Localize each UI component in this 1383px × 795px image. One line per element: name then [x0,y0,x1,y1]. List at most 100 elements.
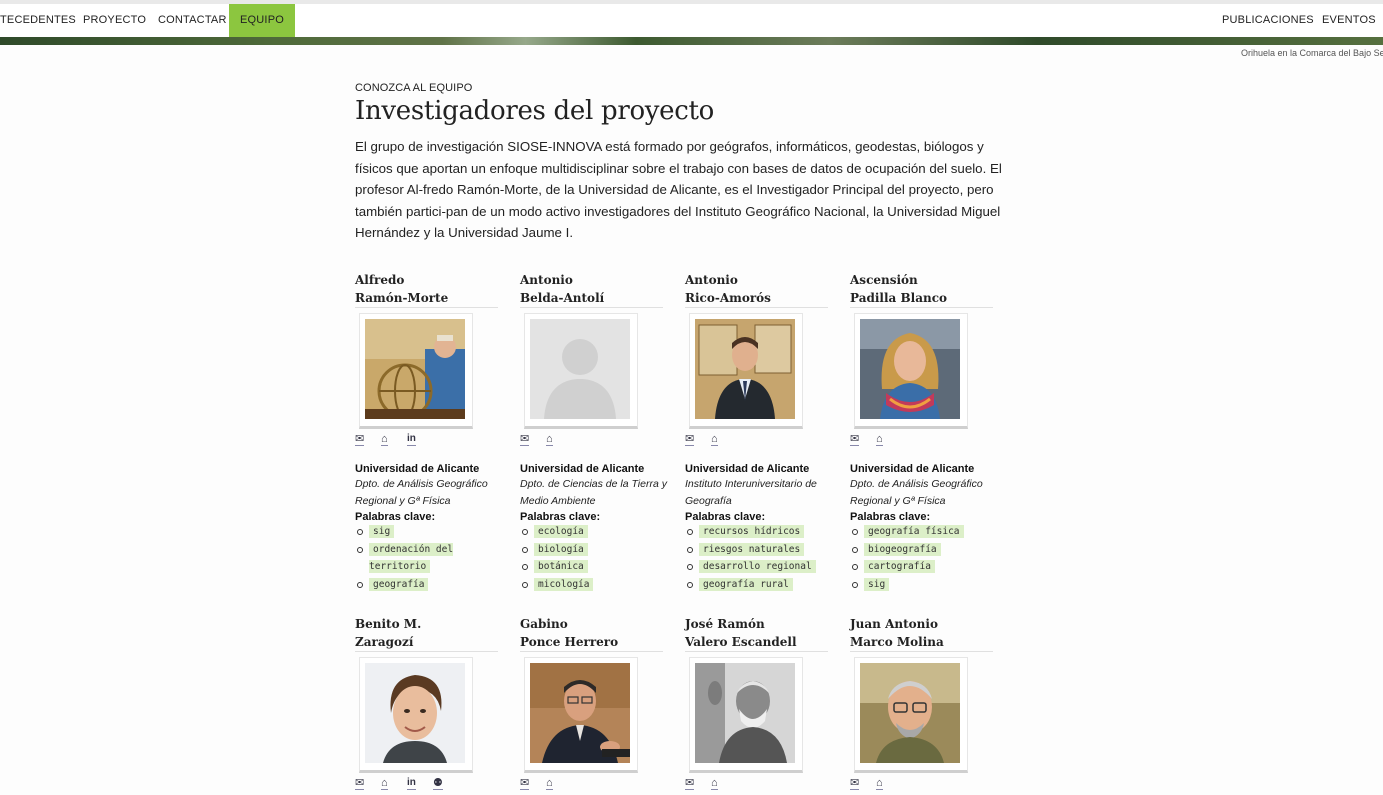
mail-icon[interactable]: ✉ [520,777,530,790]
researcher-university: Universidad de Alicante [685,463,810,475]
researcher-card: Antonio Rico-Amorós ✉ ⌂ Universidad de Alica… [685,272,840,593]
researcher-card: Alfredo Ramón-Morte ✉ ⌂ in Universidad de Ali… [355,272,510,593]
researcher-links: ✉ ⌂ in [355,433,510,451]
mail-icon[interactable]: ✉ [355,433,365,446]
keyword-item: riesgos naturales [685,541,840,559]
researcher-first-name: Benito M. [355,617,422,631]
section-eyebrow: CONOZCA AL EQUIPO [355,82,473,94]
github-icon[interactable]: ⚉ [433,777,443,790]
researcher-photo-frame [524,313,638,429]
keyword-item: geografía física [850,523,1005,541]
nav-item-contactar[interactable]: CONTACTAR [158,4,227,37]
researcher-photo [365,319,465,419]
keyword-list: ecología biología botánica micología [520,523,675,593]
researcher-card: Ascensión Padilla Blanco ✉ ⌂ Universidad de … [850,272,1005,593]
keywords-label: Palabras clave: [355,511,436,523]
keyword-tag[interactable]: micología [534,577,594,591]
keyword-tag[interactable]: geografía física [864,525,964,538]
researcher-university: Universidad de Alicante [850,463,975,475]
keyword-list: sig ordenación del territorio geografía [355,523,510,593]
home-icon[interactable]: ⌂ [711,777,718,790]
researcher-name[interactable]: Antonio Rico-Amorós [685,272,828,308]
researcher-department: Dpto. de Ciencias de la Tierra y Medio A… [520,478,667,507]
mail-icon[interactable]: ✉ [520,433,530,446]
researcher-first-name: Gabino [520,617,568,631]
keyword-item: biología [520,541,675,559]
keyword-tag[interactable]: sig [864,577,890,591]
researcher-photo-frame [854,313,968,429]
home-icon[interactable]: ⌂ [876,777,883,790]
researcher-links: ✉ ⌂ [520,433,675,451]
mail-icon[interactable]: ✉ [685,777,695,790]
researcher-first-name: Antonio [685,273,738,287]
keywords-label: Palabras clave: [520,511,601,523]
researcher-photo-frame [689,657,803,773]
nav-item-proyecto[interactable]: PROYECTO [83,4,146,37]
keyword-tag[interactable]: cartografía [864,560,935,573]
researcher-name[interactable]: Juan Antonio Marco Molina [850,616,993,652]
keyword-tag[interactable]: biogeografía [864,542,941,556]
home-icon[interactable]: ⌂ [381,777,388,790]
team-intro: CONOZCA AL EQUIPO Investigadores del pro… [355,80,1005,244]
researcher-photo-frame [854,657,968,773]
nav-item-equipo[interactable]: EQUIPO [229,4,295,37]
keyword-item: recursos hídricos [685,523,840,541]
mail-icon[interactable]: ✉ [685,433,695,446]
keyword-tag[interactable]: geografía [369,577,429,591]
keyword-tag[interactable]: botánica [534,560,588,573]
researcher-photo [695,319,795,419]
researcher-card: Antonio Belda-Antolí ✉ ⌂ Universidad de Alic… [520,272,675,593]
keyword-tag[interactable]: geografía rural [699,577,793,591]
mail-icon[interactable]: ✉ [355,777,365,790]
keyword-item: geografía rural [685,576,840,594]
mail-icon[interactable]: ✉ [850,777,860,790]
nav-item-eventos[interactable]: EVENTOS [1322,4,1376,37]
keyword-list: recursos hídricos riesgos naturales desarr… [685,523,840,593]
researcher-card: Juan Antonio Marco Molina ✉ ⌂ [850,616,1005,795]
nav-item-publicaciones[interactable]: PUBLICACIONES [1222,4,1314,37]
keyword-list: geografía física biogeografía cartografía s… [850,523,1005,593]
researcher-card: Gabino Ponce Herrero ✉ ⌂ [520,616,675,795]
keyword-tag[interactable]: ordenación del territorio [369,542,454,573]
keywords-label: Palabras clave: [685,511,766,523]
researcher-name[interactable]: Gabino Ponce Herrero [520,616,663,652]
nav-item-antecedentes[interactable]: TECEDENTES [0,4,76,37]
researcher-name[interactable]: Alfredo Ramón-Morte [355,272,498,308]
keyword-tag[interactable]: ecología [534,525,588,538]
researcher-name[interactable]: Benito M. Zaragozí [355,616,498,652]
keyword-item: sig [850,576,1005,594]
researcher-photo-frame [689,313,803,429]
keyword-item: botánica [520,558,675,576]
researcher-photo [530,319,630,419]
researcher-photo-frame [359,657,473,773]
linkedin-icon[interactable]: in [407,433,416,446]
keyword-tag[interactable]: recursos hídricos [699,525,805,538]
mail-icon[interactable]: ✉ [850,433,860,446]
researcher-photo [860,663,960,763]
page-title: Investigadores del proyecto [355,96,715,126]
home-icon[interactable]: ⌂ [546,433,553,446]
researcher-name[interactable]: Antonio Belda-Antolí [520,272,663,308]
keyword-tag[interactable]: biología [534,542,588,556]
home-icon[interactable]: ⌂ [876,433,883,446]
linkedin-icon[interactable]: in [407,777,416,790]
researcher-photo-frame [359,313,473,429]
keyword-tag[interactable]: sig [369,525,395,538]
researcher-first-name: Ascensión [850,273,918,287]
researcher-links: ✉ ⌂ [685,433,840,451]
home-icon[interactable]: ⌂ [711,433,718,446]
researcher-photo [860,319,960,419]
header-banner-image [0,37,1383,45]
keyword-tag[interactable]: desarrollo regional [699,560,816,573]
keyword-item: micología [520,576,675,594]
home-icon[interactable]: ⌂ [546,777,553,790]
home-icon[interactable]: ⌂ [381,433,388,446]
researcher-card: José Ramón Valero Escandell ✉ ⌂ [685,616,840,795]
researcher-last-name: Ponce Herrero [520,634,619,649]
researcher-name[interactable]: José Ramón Valero Escandell [685,616,828,652]
keyword-item: desarrollo regional [685,558,840,576]
keyword-tag[interactable]: riesgos naturales [699,542,805,556]
researcher-name[interactable]: Ascensión Padilla Blanco [850,272,993,308]
keyword-item: geografía [355,576,510,594]
keyword-item: sig [355,523,510,541]
